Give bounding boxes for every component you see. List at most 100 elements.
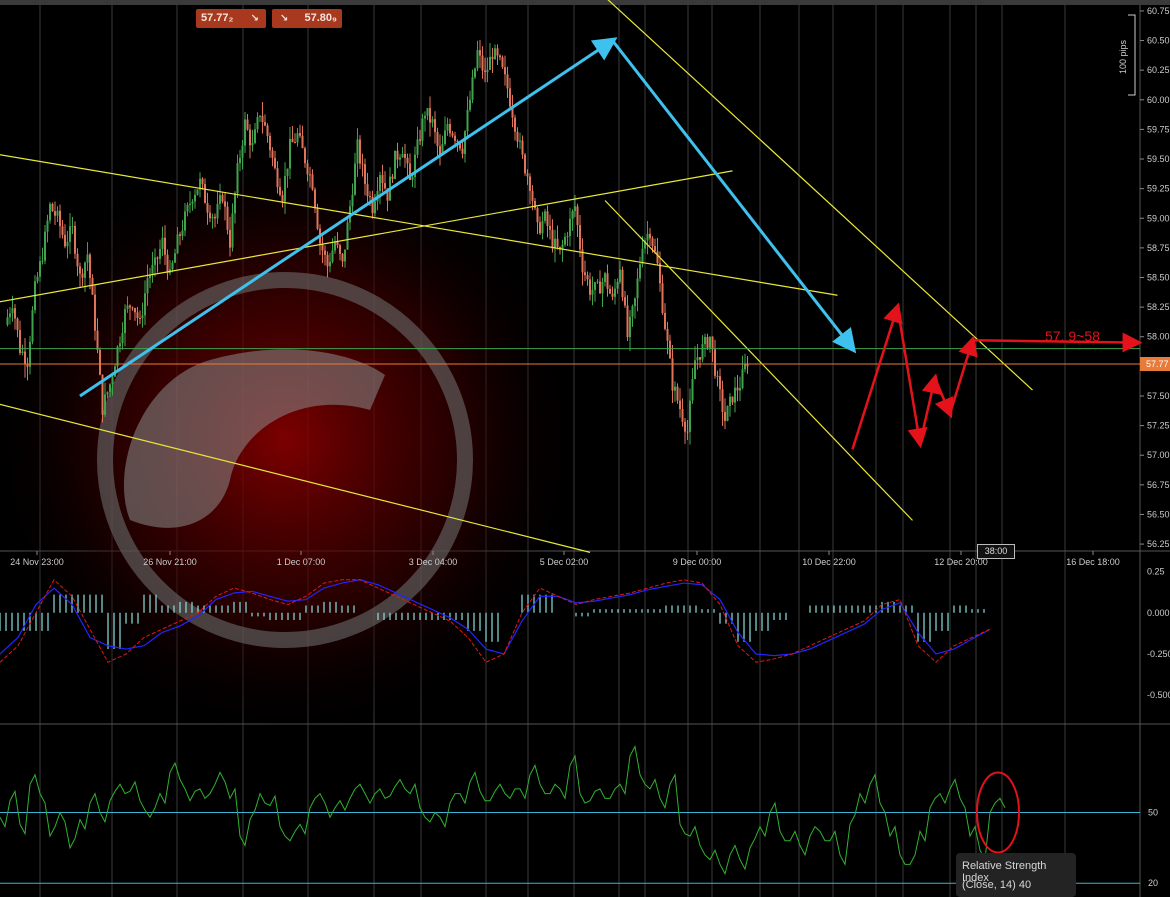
rsi-tooltip-params: (Close, 14) 40	[962, 879, 1031, 891]
rsi-tick-label: 50	[1148, 808, 1158, 818]
candle-body	[466, 109, 469, 132]
candle-body	[689, 400, 691, 432]
candle-body	[519, 140, 521, 142]
candle-body	[501, 57, 504, 68]
candle-body	[74, 226, 76, 254]
candle-body	[721, 389, 724, 412]
ask-price-button[interactable]: ↘ 57.80₉	[272, 9, 342, 28]
candle-body	[191, 201, 194, 204]
candle-body	[6, 317, 9, 325]
candle-body	[406, 157, 409, 164]
candle-body	[741, 369, 744, 389]
y-tick-label: 60.00	[1147, 95, 1170, 105]
candle-body	[201, 178, 204, 184]
x-tick-label: 10 Dec 22:00	[802, 557, 856, 567]
candle-body	[189, 203, 191, 205]
candle-body	[724, 411, 726, 421]
candle-body	[271, 150, 274, 158]
macd-tick-label: 0.25	[1147, 567, 1165, 577]
candle-body	[291, 138, 294, 143]
candle-body	[424, 115, 426, 119]
candle-body	[666, 328, 669, 341]
candle-body	[354, 163, 356, 195]
y-tick-label: 60.50	[1147, 36, 1170, 46]
candle-body	[39, 261, 41, 277]
candle-body	[554, 238, 556, 249]
candle-body	[96, 330, 99, 350]
candle-body	[654, 246, 656, 252]
candle-body	[294, 142, 296, 144]
candle-body	[309, 174, 311, 176]
candle-body	[711, 336, 714, 350]
y-tick-label: 59.75	[1147, 124, 1170, 134]
candle-body	[51, 203, 54, 212]
bid-price-button[interactable]: 57.77₂ ↘	[196, 9, 266, 28]
candle-body	[676, 386, 679, 401]
candle-body	[461, 148, 464, 154]
candle-body	[419, 139, 421, 141]
candle-body	[661, 283, 664, 313]
logo-glow	[0, 140, 585, 740]
candle-body	[384, 183, 386, 189]
candle-body	[106, 392, 109, 395]
candle-body	[186, 204, 189, 212]
trading-chart[interactable]: 57. 9~58 56.25 56.50 56.75 57.00 57.25 57.50 5…	[0, 0, 1170, 897]
candle-body	[566, 236, 569, 238]
rsi-params: (Close, 14)	[962, 879, 1016, 891]
candle-body	[479, 50, 481, 56]
candle-body	[346, 222, 349, 250]
candle-body	[486, 69, 489, 72]
candle-body	[534, 200, 536, 209]
blue-arrow	[611, 39, 857, 354]
candle-body	[446, 123, 449, 131]
rsi-tooltip: Relative Strength Index (Close, 14) 40	[956, 853, 1076, 897]
candle-body	[94, 294, 96, 331]
candle-body	[306, 163, 309, 175]
candle-body	[351, 194, 354, 207]
candle-body	[86, 254, 89, 263]
candle-body	[286, 168, 289, 176]
target-annotation: 57. 9~58	[1045, 328, 1100, 344]
candle-body	[124, 309, 126, 334]
y-tick-label: 57.50	[1147, 391, 1170, 401]
candle-body	[734, 387, 736, 403]
candle-body	[449, 123, 451, 134]
candle-body	[116, 346, 119, 367]
candle-body	[184, 211, 186, 231]
x-tick-label: 5 Dec 02:00	[540, 557, 589, 567]
candle-body	[599, 281, 601, 294]
candle-body	[396, 150, 399, 160]
candle-body	[134, 308, 136, 313]
candle-body	[369, 196, 371, 198]
candle-body	[196, 189, 199, 195]
candle-body	[326, 254, 329, 267]
candle-body	[59, 210, 61, 227]
candle-body	[274, 157, 276, 169]
candle-body	[181, 230, 184, 236]
candle-body	[359, 139, 361, 164]
y-tick-label: 59.25	[1147, 184, 1170, 194]
candle-body	[136, 312, 139, 318]
candle-body	[239, 157, 241, 164]
candle-body	[279, 187, 281, 195]
candle-body	[31, 310, 34, 342]
candle-body	[316, 208, 319, 229]
candle-body	[611, 293, 614, 297]
candle-body	[639, 264, 641, 279]
candle-body	[126, 305, 129, 310]
candle-body	[526, 173, 529, 177]
y-tick-label: 58.75	[1147, 243, 1170, 253]
candle-body	[731, 396, 734, 403]
x-tick-label: 24 Nov 23:00	[10, 557, 64, 567]
candle-body	[499, 55, 501, 58]
candle-body	[176, 234, 179, 254]
candle-body	[226, 206, 229, 230]
candle-body	[329, 261, 331, 267]
y-tick-label: 56.25	[1147, 539, 1170, 549]
macd-tick-label: -0.250	[1147, 649, 1170, 659]
candle-body	[49, 203, 51, 221]
candle-body	[544, 211, 546, 221]
candle-body	[619, 269, 621, 282]
candle-body	[726, 405, 729, 421]
trend-line	[607, 0, 1033, 391]
